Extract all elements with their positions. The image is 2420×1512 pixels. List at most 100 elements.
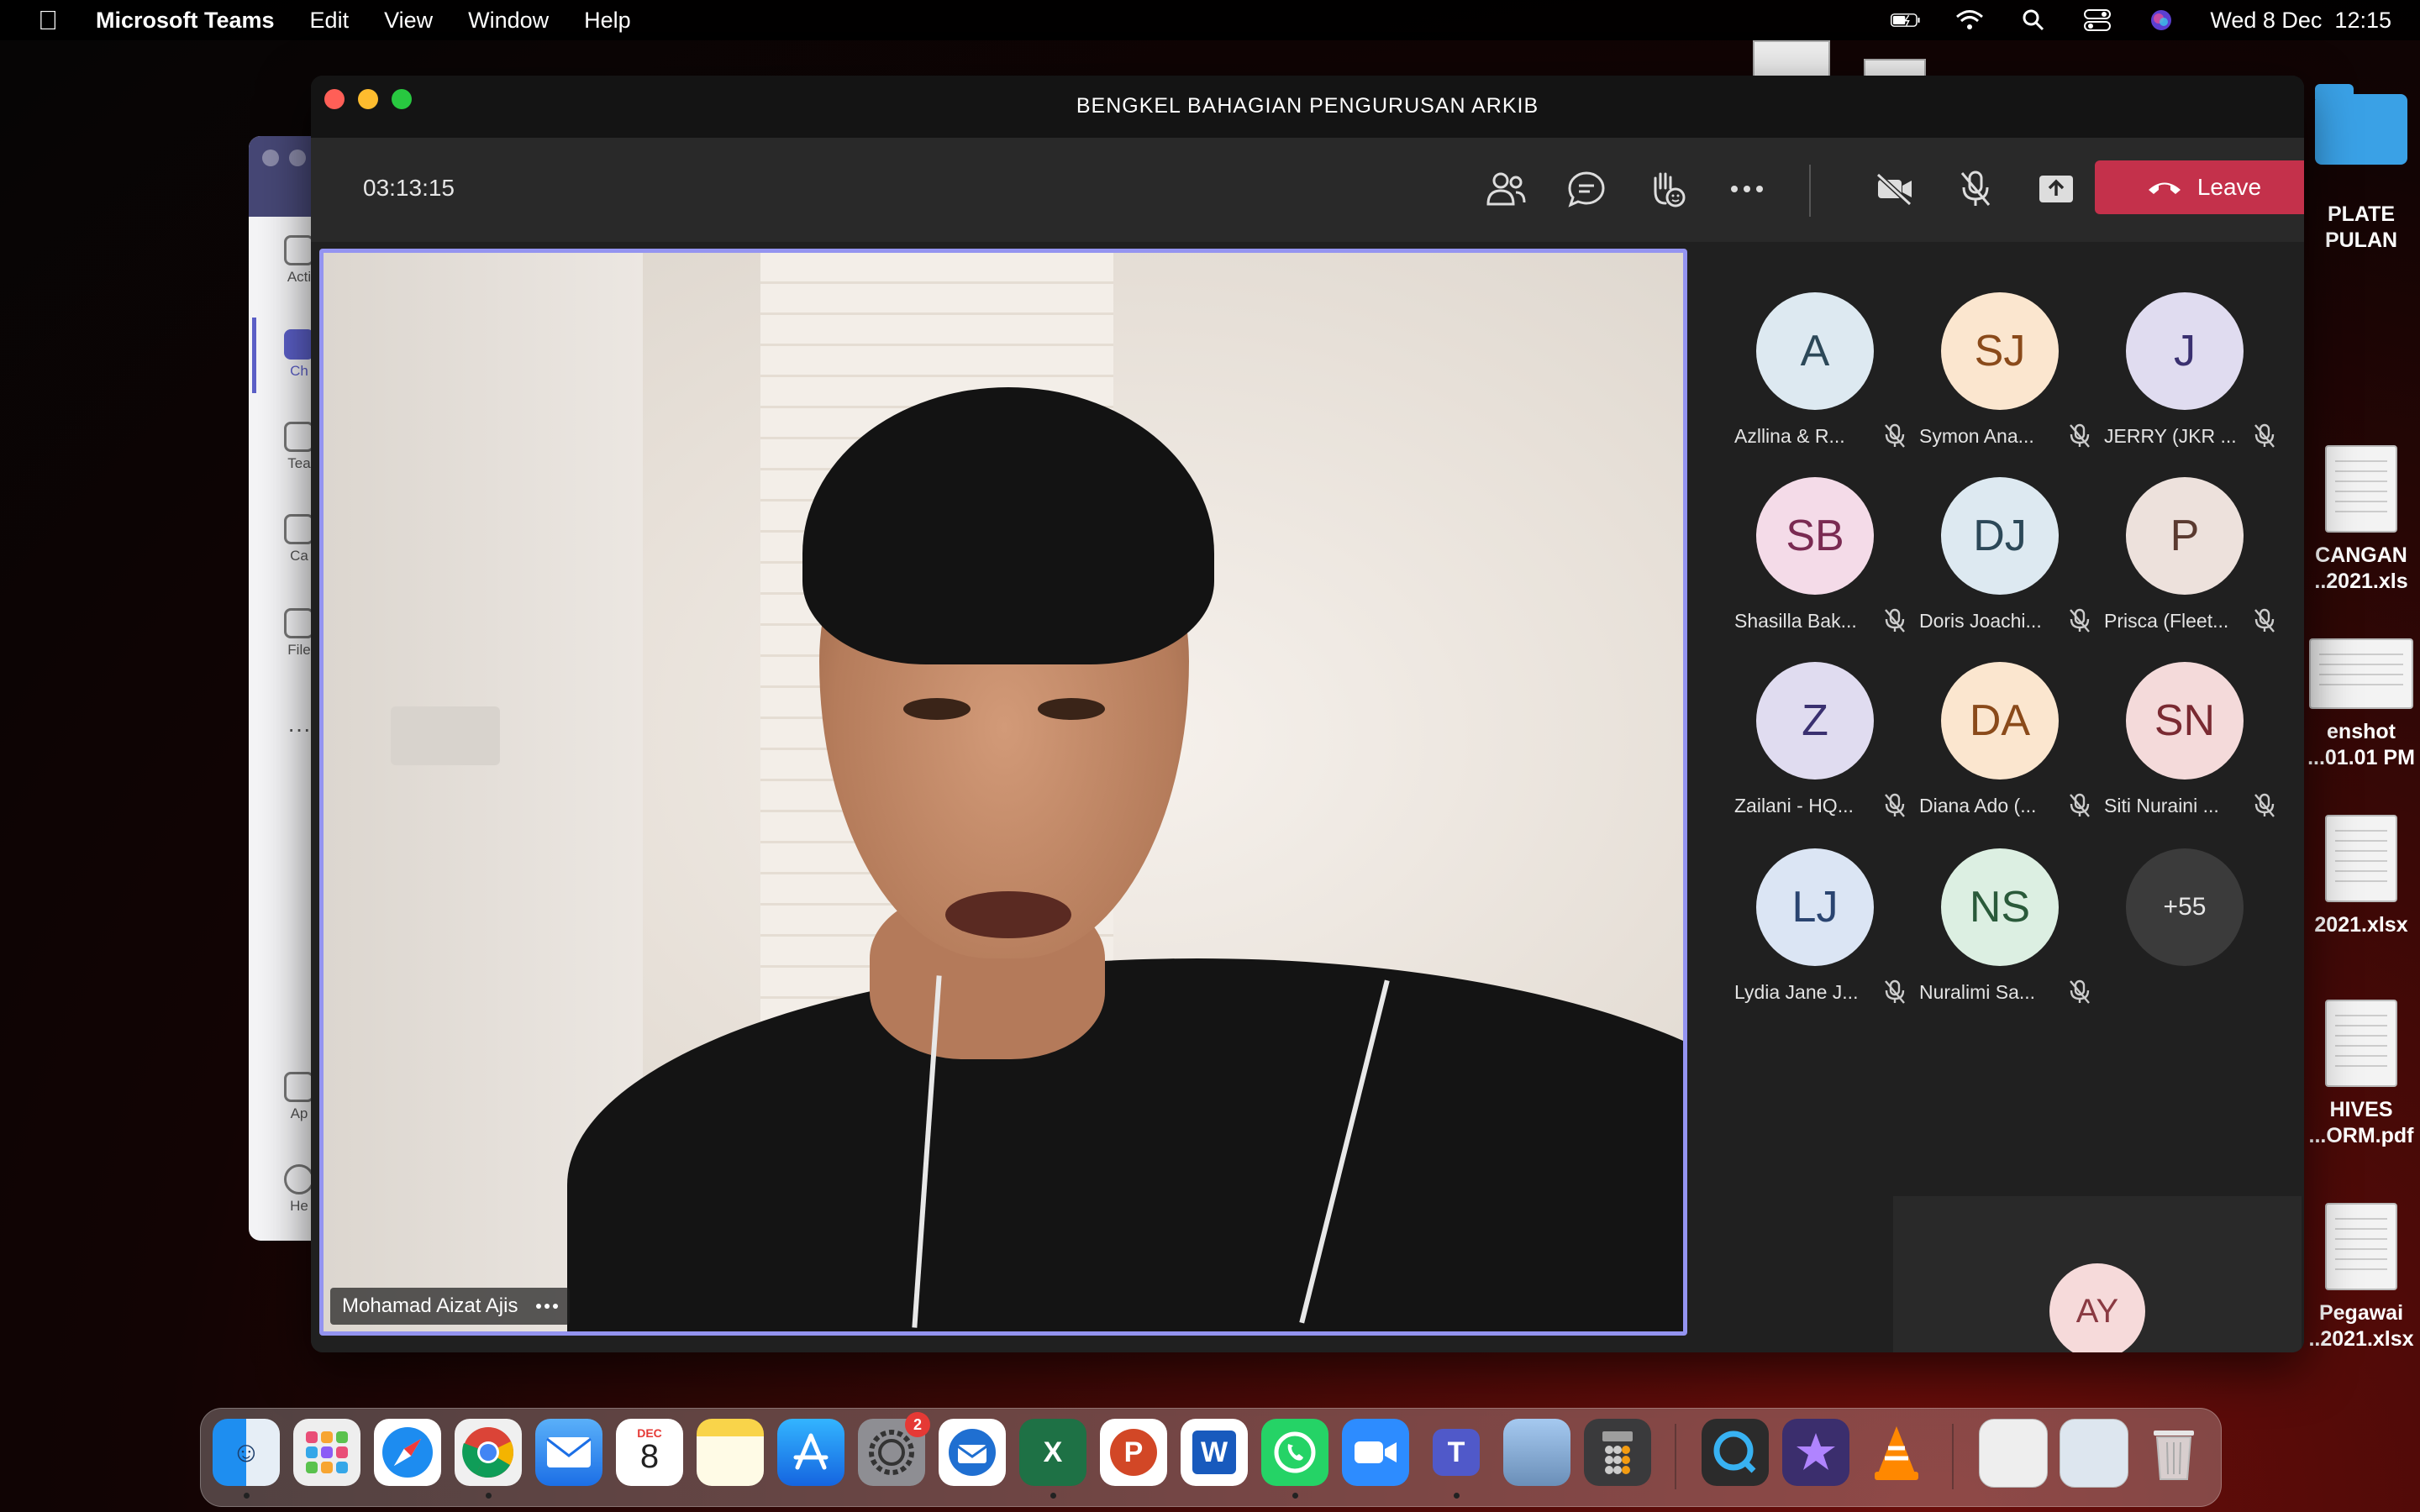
desktop-item-label: CANGAN bbox=[2315, 543, 2407, 567]
menu-view[interactable]: View bbox=[384, 8, 433, 34]
speaker-name-tag[interactable]: Mohamad Aizat Ajis bbox=[330, 1288, 571, 1325]
downloads-stack-icon[interactable] bbox=[1979, 1419, 2048, 1488]
mic-off-icon bbox=[2254, 793, 2275, 818]
calendar-icon[interactable]: DEC 8 bbox=[616, 1419, 683, 1486]
spreadsheet-file-icon bbox=[2325, 815, 2397, 902]
apps-icon bbox=[284, 1072, 314, 1102]
more-participants-tile[interactable]: +55 bbox=[2092, 848, 2277, 1033]
powerpoint-icon[interactable]: P bbox=[1100, 1419, 1167, 1486]
mic-off-icon bbox=[2254, 423, 2275, 449]
siri-icon[interactable] bbox=[2146, 8, 2176, 33]
participant-tile[interactable]: Z Zailani - HQ... bbox=[1723, 662, 1907, 847]
participant-name: Symon Ana... bbox=[1919, 425, 2034, 447]
reactions-button[interactable] bbox=[1639, 161, 1694, 217]
safari-icon[interactable] bbox=[374, 1419, 441, 1486]
wifi-icon[interactable] bbox=[1954, 8, 1985, 33]
desktop-item[interactable]: 2021.xlsx bbox=[2302, 815, 2420, 938]
system-preferences-icon[interactable]: 2 bbox=[858, 1412, 930, 1486]
participant-avatar: SN bbox=[2126, 662, 2244, 780]
spreadsheet-file-icon bbox=[2325, 1203, 2397, 1290]
whatsapp-icon[interactable] bbox=[1261, 1419, 1328, 1486]
people-icon bbox=[1486, 172, 1526, 206]
participant-tile[interactable]: NS Nuralimi Sa... bbox=[1907, 848, 2092, 1033]
teams-icon[interactable]: T bbox=[1423, 1419, 1490, 1486]
mic-toggle-button[interactable] bbox=[1948, 161, 2003, 217]
mic-off-icon bbox=[1884, 979, 1906, 1005]
app-store-icon[interactable] bbox=[777, 1419, 844, 1486]
calendar-day: 8 bbox=[639, 1438, 660, 1475]
dock: ☺ DEC 8 2 X P W T bbox=[200, 1408, 2222, 1507]
running-indicator bbox=[1292, 1493, 1298, 1499]
finder-icon[interactable]: ☺ bbox=[213, 1419, 280, 1486]
chrome-icon[interactable] bbox=[455, 1419, 522, 1486]
participant-avatar: NS bbox=[1941, 848, 2059, 966]
camera-toggle-button[interactable] bbox=[1867, 161, 1923, 217]
participant-avatar: DA bbox=[1941, 662, 2059, 780]
more-options-icon[interactable] bbox=[536, 1304, 559, 1309]
quicktime-icon[interactable] bbox=[1702, 1419, 1769, 1486]
participant-tile[interactable]: SB Shasilla Bak... bbox=[1723, 477, 1907, 662]
spreadsheet-file-icon bbox=[2325, 445, 2397, 533]
running-indicator bbox=[244, 1493, 250, 1499]
leave-button[interactable]: Leave bbox=[2095, 160, 2304, 214]
desktop-item[interactable]: PLATE PULAN bbox=[2302, 84, 2420, 254]
meeting-toolbar: 03:13:15 Leave bbox=[311, 138, 2304, 242]
participant-tile[interactable]: A Azllina & R... bbox=[1723, 292, 1907, 477]
menu-clock[interactable]: Wed 8 Dec 12:15 bbox=[2210, 8, 2391, 34]
apple-icon[interactable]:  bbox=[34, 4, 62, 36]
spotlight-search-icon[interactable] bbox=[2018, 8, 2049, 33]
vlc-icon[interactable] bbox=[1863, 1419, 1930, 1486]
notification-badge: 2 bbox=[905, 1412, 930, 1437]
participant-tile[interactable]: SJ Symon Ana... bbox=[1907, 292, 2092, 477]
chat-button[interactable] bbox=[1559, 161, 1614, 217]
participant-tile[interactable]: P Prisca (Fleet... bbox=[2092, 477, 2277, 662]
participant-avatar: A bbox=[1756, 292, 1874, 410]
zoom-icon[interactable] bbox=[1342, 1419, 1409, 1486]
menu-window[interactable]: Window bbox=[468, 8, 549, 34]
desktop-item[interactable]: CANGAN ..2021.xls bbox=[2302, 445, 2420, 595]
app-menu-name[interactable]: Microsoft Teams bbox=[96, 8, 275, 34]
speaker-body bbox=[567, 958, 1683, 1331]
menu-help[interactable]: Help bbox=[584, 8, 631, 34]
active-speaker-video[interactable]: Mohamad Aizat Ajis bbox=[319, 249, 1687, 1336]
battery-icon[interactable] bbox=[1891, 8, 1921, 33]
meeting-window[interactable]: BENGKEL BAHAGIAN PENGURUSAN ARKIB 03:13:… bbox=[311, 76, 2304, 1352]
desktop-item-label: 2021.xlsx bbox=[2314, 913, 2408, 937]
file-icon bbox=[284, 608, 314, 638]
mic-off-icon bbox=[2069, 608, 2091, 633]
desktop-item-label: ..2021.xls bbox=[2314, 570, 2408, 593]
menu-edit[interactable]: Edit bbox=[310, 8, 350, 34]
hang-up-icon bbox=[2148, 182, 2181, 194]
word-icon[interactable]: W bbox=[1181, 1419, 1248, 1486]
control-center-icon[interactable] bbox=[2082, 8, 2112, 33]
participants-button[interactable] bbox=[1478, 161, 1534, 217]
desktop-file-thumbnail[interactable] bbox=[1753, 40, 1830, 79]
mail-icon[interactable] bbox=[535, 1419, 602, 1486]
imovie-icon[interactable] bbox=[1782, 1419, 1849, 1486]
trash-icon[interactable] bbox=[2140, 1419, 2207, 1486]
desktop-item-label: HIVES bbox=[2329, 1098, 2393, 1121]
meeting-title: BENGKEL BAHAGIAN PENGURUSAN ARKIB bbox=[1076, 94, 1539, 118]
preview-icon[interactable] bbox=[1503, 1419, 1570, 1486]
desktop-item[interactable]: Pegawai ..2021.xlsx bbox=[2302, 1203, 2420, 1352]
participant-tile[interactable]: SN Siti Nuraini ... bbox=[2092, 662, 2277, 847]
participant-name: Siti Nuraini ... bbox=[2104, 795, 2219, 816]
notes-icon[interactable] bbox=[697, 1419, 764, 1486]
participant-name: Nuralimi Sa... bbox=[1919, 981, 2036, 1003]
participant-tile[interactable]: LJ Lydia Jane J... bbox=[1723, 848, 1907, 1033]
folder-icon bbox=[2315, 84, 2407, 165]
thunderbird-icon[interactable] bbox=[939, 1419, 1006, 1486]
participant-tile[interactable]: DJ Doris Joachi... bbox=[1907, 477, 2092, 662]
more-actions-button[interactable] bbox=[1719, 161, 1775, 217]
desktop-item[interactable]: HIVES ...ORM.pdf bbox=[2302, 1000, 2420, 1149]
excel-icon[interactable]: X bbox=[1019, 1419, 1086, 1486]
raise-hand-icon bbox=[1654, 172, 1686, 207]
launchpad-icon[interactable] bbox=[293, 1419, 360, 1486]
desktop-item[interactable]: enshot ...01.01 PM bbox=[2302, 638, 2420, 771]
recent-documents-stack-icon[interactable] bbox=[2060, 1419, 2128, 1488]
self-view-tile[interactable]: AY bbox=[1893, 1196, 2302, 1352]
calculator-icon[interactable] bbox=[1584, 1419, 1651, 1486]
share-screen-button[interactable] bbox=[2028, 161, 2084, 217]
participant-tile[interactable]: DA Diana Ado (... bbox=[1907, 662, 2092, 847]
participant-tile[interactable]: J JERRY (JKR ... bbox=[2092, 292, 2277, 477]
